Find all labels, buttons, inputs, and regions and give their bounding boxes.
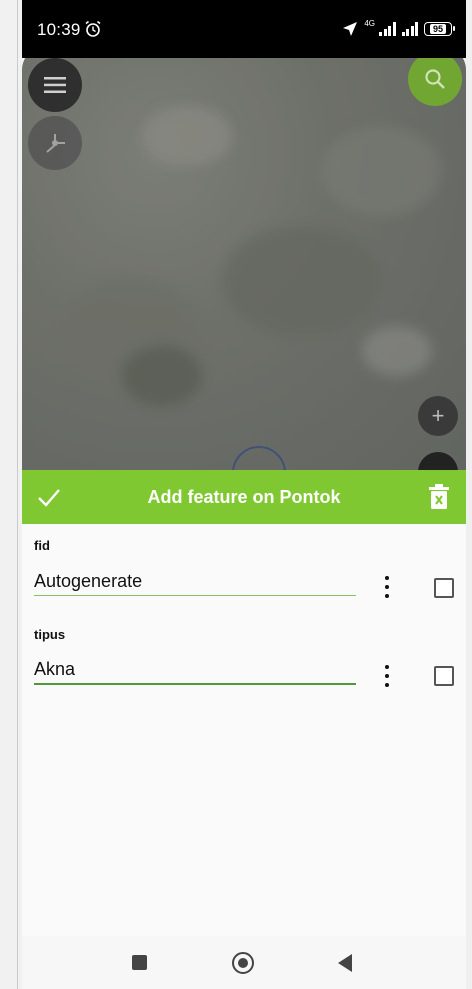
search-icon <box>425 69 445 89</box>
zoom-in-button[interactable]: + <box>418 396 458 436</box>
phone-screen: + 10:39 4G 95 Add feature on Pontok fid … <box>0 0 472 989</box>
zoom-in-label: + <box>431 403 445 428</box>
field-tipus-label: tipus <box>34 627 66 642</box>
recents-square-icon[interactable] <box>132 955 147 970</box>
field-fid-checkbox[interactable] <box>434 578 454 598</box>
network-type: 4G <box>364 18 375 28</box>
field-fid-more-icon[interactable] <box>382 576 392 598</box>
field-fid-label: fid <box>34 538 50 553</box>
menu-button[interactable] <box>28 58 82 112</box>
digitize-button[interactable] <box>28 116 82 170</box>
digitize-node-icon <box>46 134 65 153</box>
field-tipus-value: Akna <box>34 659 76 679</box>
field-tipus-input[interactable]: Akna <box>34 655 356 685</box>
alarm-clock-icon <box>85 20 101 37</box>
field-fid-input[interactable]: Autogenerate <box>34 566 356 596</box>
map-canvas[interactable]: + <box>22 46 466 476</box>
trash-icon[interactable] <box>428 484 450 510</box>
system-nav-bar <box>22 936 466 989</box>
signal-strength-icon <box>401 22 418 36</box>
feature-form: fid Autogenerate tipus Akna <box>22 524 466 936</box>
status-icons: 4G 95 <box>342 18 455 38</box>
status-bar: 10:39 4G 95 <box>22 0 466 58</box>
home-circle-icon[interactable] <box>232 952 254 974</box>
battery-icon: 95 <box>424 22 455 36</box>
form-title: Add feature on Pontok <box>147 487 341 507</box>
navigation-arrow-icon <box>343 22 358 36</box>
status-time: 10:39 <box>37 20 81 39</box>
field-tipus-checkbox[interactable] <box>434 666 454 686</box>
back-triangle-icon[interactable] <box>338 954 352 972</box>
map-overlay <box>22 46 466 476</box>
signal-strength-icon <box>379 22 396 36</box>
field-tipus-more-icon[interactable] <box>382 665 392 687</box>
background-edge-left <box>0 0 22 989</box>
search-button[interactable] <box>408 52 462 106</box>
field-fid-value: Autogenerate <box>34 571 143 591</box>
hamburger-icon <box>44 77 66 93</box>
battery-level: 95 <box>429 24 446 34</box>
form-header: Add feature on Pontok <box>22 470 466 524</box>
